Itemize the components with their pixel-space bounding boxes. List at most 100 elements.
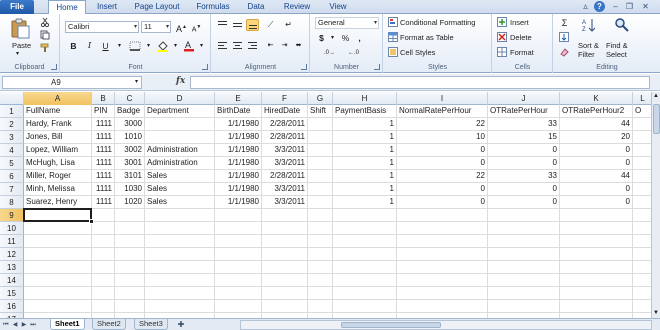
fill-handle[interactable] [89,219,94,224]
align-center-icon[interactable] [231,40,244,52]
align-middle-icon[interactable] [231,19,244,31]
cell[interactable] [560,287,633,300]
cell[interactable] [92,261,115,274]
restore-window-icon[interactable]: ❐ [624,1,635,12]
cell[interactable] [308,183,333,196]
cell[interactable]: 0 [397,196,488,209]
cell[interactable] [24,261,92,274]
cell[interactable] [215,287,262,300]
sheet-tab-sheet1[interactable]: Sheet1 [50,319,85,330]
cell[interactable]: 1 [333,183,397,196]
cell[interactable]: 1030 [115,183,145,196]
formula-input[interactable] [190,76,650,89]
sort-filter-label-1[interactable]: Sort & [578,41,599,50]
cell[interactable] [308,287,333,300]
tab-page-layout[interactable]: Page Layout [128,0,186,14]
format-painter-icon[interactable] [40,43,50,53]
cell[interactable] [24,300,92,313]
row-header[interactable]: 16 [0,300,24,313]
cell[interactable]: 3/3/2011 [262,157,308,170]
header-cell[interactable]: BirthDate [215,105,262,118]
cell[interactable] [24,235,92,248]
cell[interactable] [115,222,145,235]
cell[interactable] [308,222,333,235]
cell[interactable]: 0 [488,157,560,170]
cell[interactable] [115,209,145,222]
cell[interactable] [115,235,145,248]
cell[interactable]: 1111 [92,118,115,131]
cell[interactable] [92,209,115,222]
cell[interactable]: Hardy, Frank [24,118,92,131]
cell[interactable]: 1 [333,196,397,209]
cell[interactable] [145,131,215,144]
copy-icon[interactable] [40,30,50,40]
italic-button[interactable]: I [83,40,96,52]
cell[interactable]: 0 [397,183,488,196]
cell[interactable] [308,196,333,209]
cell[interactable] [308,170,333,183]
increase-indent-icon[interactable]: ⇥ [278,40,291,52]
cell[interactable]: 44 [560,118,633,131]
cell[interactable] [633,118,651,131]
cell[interactable] [633,157,651,170]
cell[interactable] [115,261,145,274]
find-select-label-1[interactable]: Find & [606,41,628,50]
scroll-up-icon[interactable]: ▲ [652,92,660,101]
cell[interactable] [488,287,560,300]
cell[interactable] [308,157,333,170]
cell[interactable] [92,274,115,287]
cell[interactable] [145,209,215,222]
align-top-icon[interactable] [216,19,229,31]
row-header[interactable]: 1 [0,105,24,118]
cell[interactable]: 1020 [115,196,145,209]
cell[interactable] [145,118,215,131]
cell[interactable]: 1111 [92,144,115,157]
header-cell[interactable]: Department [145,105,215,118]
alignment-launcher-icon[interactable] [301,64,307,70]
cell[interactable] [308,209,333,222]
cell[interactable] [115,287,145,300]
increase-font-icon[interactable]: A▲ [175,21,188,34]
cell[interactable] [308,118,333,131]
tab-insert[interactable]: Insert [90,0,124,14]
cell[interactable] [333,235,397,248]
delete-button[interactable]: Delete [510,33,532,42]
cell[interactable]: 0 [560,196,633,209]
align-left-icon[interactable] [216,40,229,52]
align-bottom-icon[interactable] [246,19,259,31]
column-header[interactable]: L [633,92,651,105]
borders-dropdown-icon[interactable]: ▾ [142,40,155,52]
cell[interactable]: 1111 [92,170,115,183]
cell[interactable]: 3/3/2011 [262,196,308,209]
currency-dropdown-icon[interactable]: ▾ [326,32,339,44]
cell[interactable] [308,248,333,261]
cell[interactable]: 1 [333,144,397,157]
cell[interactable]: McHugh, Lisa [24,157,92,170]
cell[interactable] [24,222,92,235]
select-all-corner[interactable] [0,92,24,105]
cell[interactable] [262,274,308,287]
cell[interactable] [560,235,633,248]
cell[interactable]: 0 [560,157,633,170]
cell[interactable]: 2/28/2011 [262,131,308,144]
cell[interactable] [308,144,333,157]
cell[interactable]: 3000 [115,118,145,131]
cell[interactable] [333,209,397,222]
cell[interactable]: 1111 [92,183,115,196]
cell[interactable] [145,261,215,274]
cell[interactable] [24,248,92,261]
column-header[interactable]: C [115,92,145,105]
font-color-dropdown-icon[interactable]: ▾ [195,40,208,52]
cell[interactable] [262,261,308,274]
cell[interactable]: 22 [397,170,488,183]
cell[interactable] [488,261,560,274]
cell[interactable]: 1/1/1980 [215,131,262,144]
cell[interactable] [215,300,262,313]
cell[interactable] [397,248,488,261]
cell[interactable]: 1010 [115,131,145,144]
cell[interactable] [262,287,308,300]
vertical-scroll-thumb[interactable] [653,104,660,134]
tab-home[interactable]: Home [48,0,86,15]
cell[interactable] [215,248,262,261]
cell[interactable] [633,183,651,196]
